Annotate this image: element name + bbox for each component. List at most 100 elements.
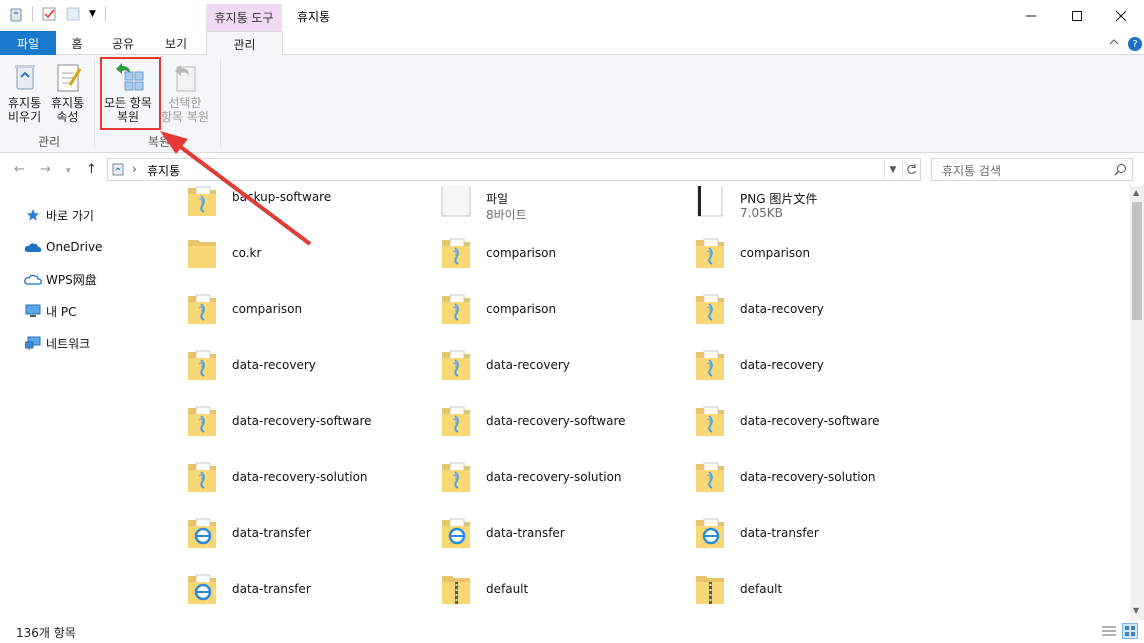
folder-zip-icon — [186, 290, 218, 326]
details-view-icon[interactable] — [1101, 624, 1117, 641]
file-name: data-recovery-software — [740, 414, 880, 428]
breadcrumb-path[interactable]: 휴지통 — [147, 162, 180, 179]
item-count: 136개 항목 — [16, 626, 76, 640]
file-item[interactable]: data-recovery — [668, 346, 918, 402]
scroll-up-icon[interactable]: ▲ — [1133, 188, 1139, 197]
title-bar: ▼ 휴지통 도구 휴지통 — [0, 0, 1144, 31]
scrollbar-thumb[interactable] — [1132, 202, 1142, 320]
file-item[interactable]: comparison — [414, 234, 664, 290]
scroll-down-icon[interactable]: ▼ — [1133, 606, 1139, 615]
recycle-bin-properties-button[interactable]: 휴지통 속성 — [51, 61, 84, 124]
file-item[interactable]: data-transfer — [160, 570, 410, 620]
file-item[interactable]: comparison — [160, 290, 410, 346]
file-item[interactable]: co.kr — [160, 234, 410, 290]
file-item[interactable]: data-recovery-solution — [160, 458, 410, 514]
close-button[interactable] — [1098, 0, 1144, 31]
folder-zipper-icon — [694, 570, 726, 606]
file-name: data-recovery-solution — [486, 470, 622, 484]
file-name: comparison — [486, 302, 557, 316]
ribbon-tabs: 파일 홈 공유 보기 관리 — [0, 31, 1144, 56]
file-name: comparison — [740, 246, 811, 260]
sidebar-item-onedrive[interactable]: OneDrive — [0, 235, 157, 259]
image-file-icon — [694, 186, 726, 218]
folder-ie-icon — [186, 570, 218, 606]
file-item[interactable]: data-transfer — [160, 514, 410, 570]
file-item[interactable]: data-transfer — [668, 514, 918, 570]
file-item[interactable]: data-recovery — [160, 346, 410, 402]
tab-file[interactable]: 파일 — [0, 31, 56, 55]
maximize-button[interactable] — [1054, 0, 1100, 31]
file-item[interactable]: data-recovery-software — [668, 402, 918, 458]
file-name: data-recovery — [232, 358, 316, 372]
file-item[interactable]: data-recovery-software — [160, 402, 410, 458]
new-folder-icon[interactable] — [65, 6, 81, 22]
sidebar-item-label: WPS网盘 — [46, 272, 97, 287]
bin-props-label-1: 휴지통 — [51, 96, 85, 110]
sidebar-item-this-pc[interactable]: 내 PC — [0, 299, 157, 323]
tab-manage[interactable]: 관리 — [206, 31, 283, 56]
sidebar-item-label: 바로 가기 — [46, 208, 94, 223]
up-arrow-icon[interactable]: ↑ — [86, 162, 97, 177]
file-item[interactable]: data-transfer — [414, 514, 664, 570]
file-name: co.kr — [232, 246, 262, 260]
star-icon — [24, 207, 42, 223]
forward-arrow-icon[interactable]: → — [40, 162, 51, 177]
search-box[interactable]: 휴지통 검색 — [931, 158, 1133, 181]
sidebar-item-quick-access[interactable]: 바로 가기 — [0, 203, 157, 227]
group-label-restore: 복원 — [148, 135, 171, 149]
sidebar-item-label: OneDrive — [46, 240, 103, 254]
qat-dropdown-icon[interactable]: ▼ — [89, 6, 97, 22]
folder-zip-icon — [186, 346, 218, 382]
sidebar-item-network[interactable]: 네트워크 — [0, 331, 157, 355]
tab-view[interactable]: 보기 — [154, 31, 198, 55]
file-item[interactable]: data-recovery — [668, 290, 918, 346]
sidebar-item-label: 내 PC — [46, 304, 77, 319]
refresh-icon[interactable] — [902, 160, 920, 179]
sidebar-item-label: 네트워크 — [46, 336, 91, 351]
ribbon: 휴지통 비우기 휴지통 속성 관리 모든 항목 복원 선택한 항목 복원 복원 — [0, 55, 1144, 153]
properties-icon[interactable] — [41, 6, 57, 22]
large-icons-view-icon[interactable] — [1122, 623, 1138, 639]
tab-home[interactable]: 홈 — [62, 31, 92, 55]
back-arrow-icon[interactable]: ← — [14, 162, 25, 177]
file-name: backup-software — [232, 190, 332, 204]
window-title: 휴지통 — [297, 10, 331, 24]
vertical-scrollbar[interactable]: ▲ ▼ — [1130, 186, 1144, 620]
file-name: comparison — [232, 302, 303, 316]
empty-recycle-bin-button[interactable]: 휴지통 비우기 — [8, 61, 41, 124]
context-tab-label: 휴지통 도구 — [206, 4, 282, 31]
collapse-ribbon-icon[interactable] — [1108, 36, 1120, 50]
file-item[interactable]: data-recovery — [414, 346, 664, 402]
recycle-bin-small-icon — [111, 162, 125, 179]
tab-share[interactable]: 공유 — [102, 31, 144, 55]
computer-icon — [24, 303, 42, 319]
minimize-button[interactable] — [1008, 0, 1054, 31]
cloud-icon — [24, 239, 42, 255]
folder-zipper-icon — [440, 570, 472, 606]
search-icon[interactable] — [1114, 163, 1127, 179]
file-item[interactable]: comparison — [668, 234, 918, 290]
recycle-bin-icon[interactable] — [8, 6, 24, 22]
blank-file-icon — [440, 186, 472, 218]
status-bar: 136개 항목 — [0, 620, 1144, 643]
sidebar-item-wps[interactable]: WPS网盘 — [0, 267, 157, 291]
address-dropdown-icon[interactable]: ▼ — [884, 160, 901, 179]
close-icon — [1115, 10, 1127, 21]
help-button[interactable]: ? — [1128, 37, 1142, 51]
file-item[interactable]: default — [414, 570, 664, 620]
restore-selected-items-button[interactable]: 선택한 항목 복원 — [161, 61, 209, 124]
file-item[interactable]: data-recovery-solution — [414, 458, 664, 514]
search-input[interactable]: 휴지통 검색 — [942, 162, 1001, 179]
address-bar[interactable]: › 휴지통 ▼ — [107, 158, 921, 181]
help-icon: ? — [1128, 37, 1142, 51]
folder-zip-icon — [694, 290, 726, 326]
file-name: data-recovery-software — [486, 414, 626, 428]
ribbon-group-separator — [94, 59, 95, 147]
file-item[interactable]: comparison — [414, 290, 664, 346]
group-label-manage: 관리 — [38, 135, 61, 149]
file-item[interactable]: data-recovery-software — [414, 402, 664, 458]
file-item[interactable]: data-recovery-solution — [668, 458, 918, 514]
folder-zip-icon — [440, 458, 472, 494]
recent-locations-icon[interactable]: ▾ — [66, 166, 71, 176]
file-item[interactable]: default — [668, 570, 918, 620]
